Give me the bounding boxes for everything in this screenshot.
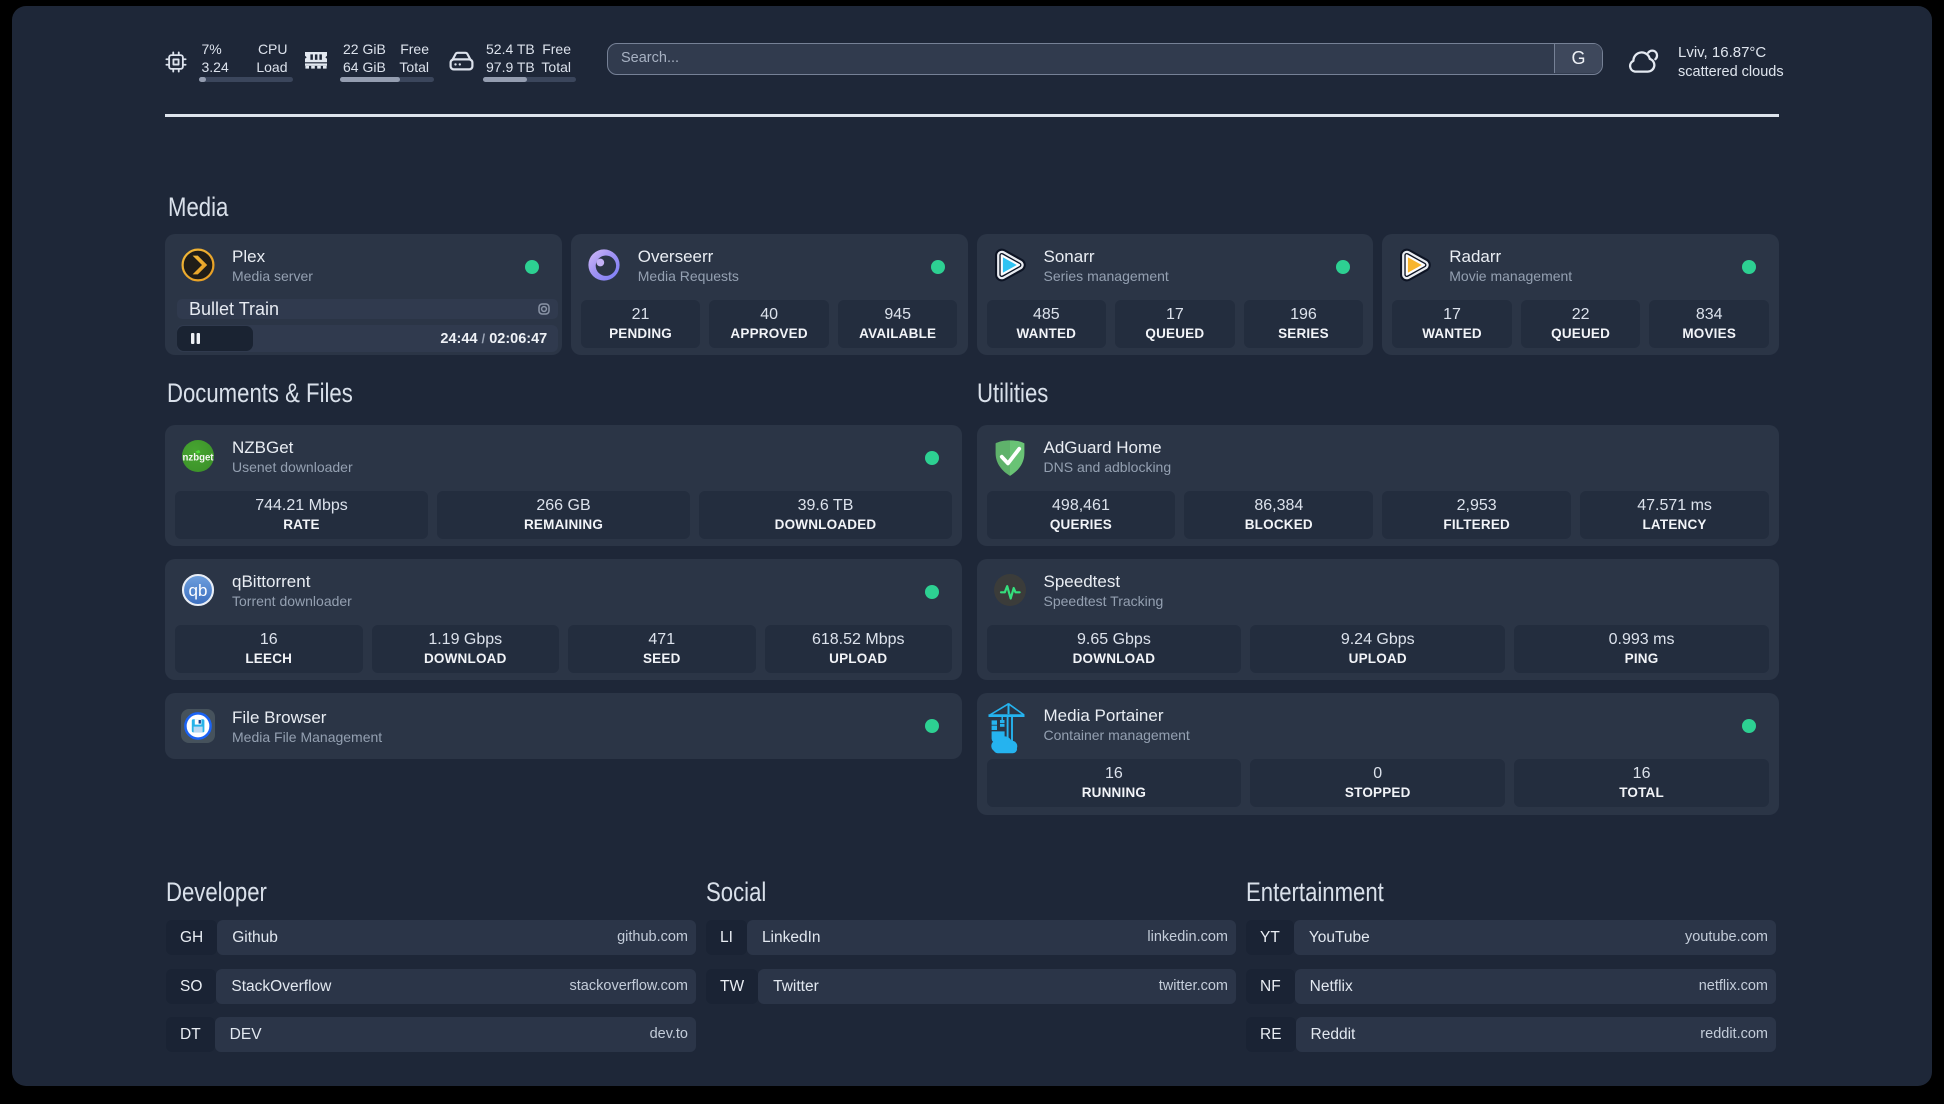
svg-text:qb: qb: [189, 581, 208, 600]
svg-text:nzbget: nzbget: [183, 453, 215, 464]
